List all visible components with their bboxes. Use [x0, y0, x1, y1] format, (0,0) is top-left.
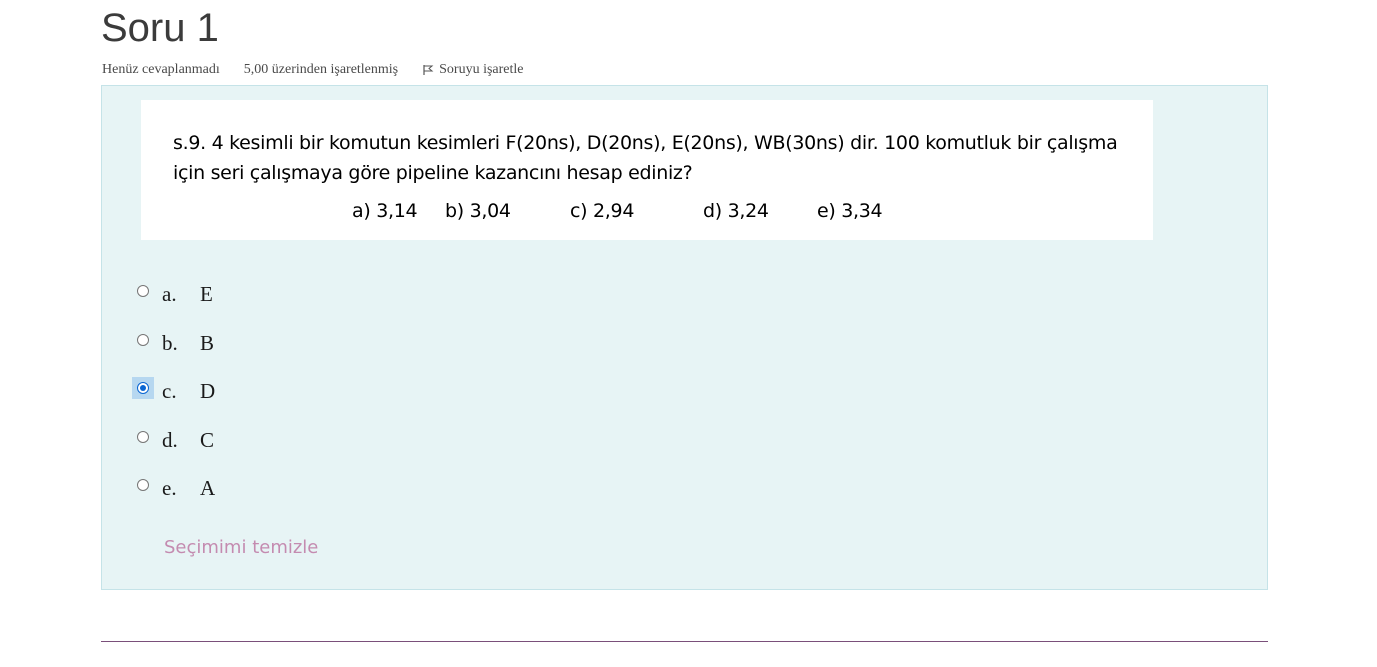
answer-text: A [200, 475, 216, 500]
answer-radio-a[interactable] [137, 285, 149, 297]
question-image: s.9. 4 kesimli bir komutun kesimleri F(2… [141, 100, 1153, 240]
divider [101, 641, 1268, 642]
image-choice-e: e) 3,34 [817, 200, 883, 222]
answer-option-d[interactable]: d. C [132, 422, 214, 458]
answer-radio-c[interactable] [137, 382, 149, 394]
image-choice-d: d) 3,24 [703, 200, 769, 222]
image-choice-b: b) 3,04 [445, 200, 511, 222]
answer-text: B [200, 330, 215, 355]
question-info: Henüz cevaplanmadı 5,00 üzerinden işaret… [102, 60, 524, 80]
image-choice-c: c) 2,94 [570, 200, 635, 222]
answer-radio-b[interactable] [137, 334, 149, 346]
flag-question-link[interactable]: Soruyu işaretle [422, 62, 524, 78]
answer-option-a[interactable]: a. E [132, 276, 213, 312]
clear-choice-link[interactable]: Seçimimi temizle [164, 537, 318, 558]
question-title: Soru 1 [101, 6, 219, 50]
answer-text: D [200, 378, 216, 403]
answer-status: Henüz cevaplanmadı [102, 62, 220, 77]
flag-icon [423, 65, 434, 75]
answer-letter: b. [162, 330, 178, 355]
answer-letter: e. [162, 475, 177, 500]
answer-letter: a. [162, 281, 177, 306]
flag-question-label: Soruyu işaretle [439, 62, 524, 77]
answer-radio-d[interactable] [137, 431, 149, 443]
question-marks: 5,00 üzerinden işaretlenmiş [243, 62, 399, 77]
question-stem-text: s.9. 4 kesimli bir komutun kesimleri F(2… [173, 132, 1118, 184]
answer-option-b[interactable]: b. B [132, 325, 214, 361]
answer-text: E [200, 281, 213, 306]
answer-letter: c. [162, 378, 177, 403]
answer-option-e[interactable]: e. A [132, 470, 215, 506]
image-choice-a: a) 3,14 [352, 200, 418, 222]
question-content-box: s.9. 4 kesimli bir komutun kesimleri F(2… [101, 85, 1268, 590]
answer-radio-e[interactable] [137, 479, 149, 491]
answer-option-c[interactable]: c. D [132, 373, 215, 409]
answer-text: C [200, 427, 215, 452]
answer-letter: d. [162, 427, 178, 452]
